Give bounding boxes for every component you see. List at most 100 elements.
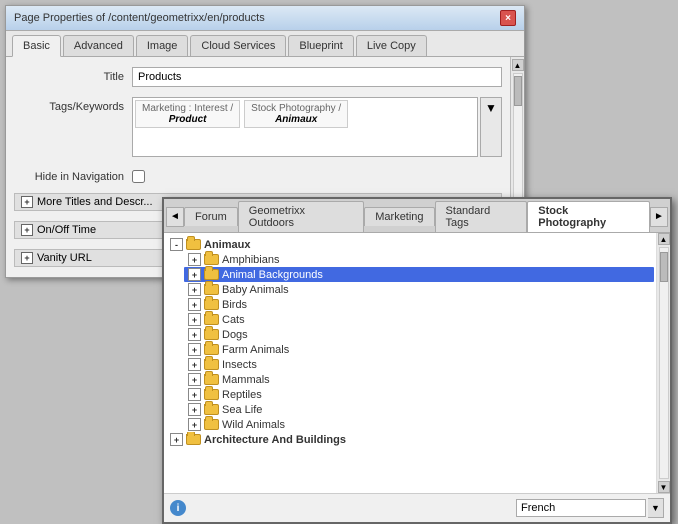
- tab-cloud-services[interactable]: Cloud Services: [190, 35, 286, 56]
- tree-item-sea-life[interactable]: + Sea Life: [184, 402, 654, 417]
- expand-amphibians-btn[interactable]: +: [188, 253, 201, 266]
- tree-item-baby-animals[interactable]: + Baby Animals: [184, 282, 654, 297]
- tree-item-insects[interactable]: + Insects: [184, 357, 654, 372]
- tb-tab-geometrixx[interactable]: Geometrixx Outdoors: [238, 201, 364, 232]
- tags-area[interactable]: Marketing : Interest / Product Stock Pho…: [132, 97, 478, 157]
- tree-label-animal-backgrounds: Animal Backgrounds: [222, 269, 323, 281]
- title-input[interactable]: [132, 67, 502, 87]
- tree-item-animaux[interactable]: - Animaux: [166, 237, 654, 252]
- tree-label-amphibians: Amphibians: [222, 254, 279, 266]
- on-off-label: On/Off Time: [37, 224, 96, 236]
- tree-label-animaux: Animaux: [204, 239, 250, 251]
- expand-mammals-btn[interactable]: +: [188, 373, 201, 386]
- tree-label-sea-life: Sea Life: [222, 404, 262, 416]
- language-select-box[interactable]: French: [516, 499, 646, 517]
- tree-label-dogs: Dogs: [222, 329, 248, 341]
- language-selector[interactable]: French ▼: [516, 498, 664, 518]
- tab-blueprint[interactable]: Blueprint: [288, 35, 353, 56]
- tag-stock-line1: Stock Photography /: [251, 103, 341, 114]
- folder-sea-icon: [204, 404, 219, 415]
- expand-sea-btn[interactable]: +: [188, 403, 201, 416]
- expand-reptiles-btn[interactable]: +: [188, 388, 201, 401]
- tags-label: Tags/Keywords: [14, 97, 124, 157]
- expand-baby-btn[interactable]: +: [188, 283, 201, 296]
- tree-item-mammals[interactable]: + Mammals: [184, 372, 654, 387]
- tree-item-farm-animals[interactable]: + Farm Animals: [184, 342, 654, 357]
- expand-cats-btn[interactable]: +: [188, 313, 201, 326]
- language-value: French: [521, 502, 555, 514]
- folder-amphibians-icon: [204, 254, 219, 265]
- scroll-up-button[interactable]: ▲: [512, 59, 524, 71]
- tb-tab-marketing[interactable]: Marketing: [364, 207, 434, 226]
- tag-stock[interactable]: Stock Photography / Animaux: [244, 100, 348, 128]
- dialog-title-bar: Page Properties of /content/geometrixx/e…: [6, 6, 524, 31]
- expand-on-off-icon[interactable]: +: [21, 224, 33, 236]
- tb-scroll-up[interactable]: ▲: [658, 233, 670, 245]
- tabs-bar: Basic Advanced Image Cloud Services Blue…: [6, 31, 524, 57]
- folder-baby-icon: [204, 284, 219, 295]
- tree-label-baby-animals: Baby Animals: [222, 284, 289, 296]
- tree-label-wild-animals: Wild Animals: [222, 419, 285, 431]
- tree-item-amphibians[interactable]: + Amphibians: [184, 252, 654, 267]
- tag-marketing[interactable]: Marketing : Interest / Product: [135, 100, 240, 128]
- expand-dogs-btn[interactable]: +: [188, 328, 201, 341]
- tree-item-architecture[interactable]: + Architecture And Buildings: [166, 432, 654, 447]
- expand-animal-bg-btn[interactable]: +: [188, 268, 201, 281]
- tb-nav-prev[interactable]: ◄: [166, 207, 184, 227]
- vanity-label: Vanity URL: [37, 252, 92, 264]
- language-select-arrow[interactable]: ▼: [648, 498, 664, 518]
- tag-browser-popup: ◄ Forum Geometrixx Outdoors Marketing St…: [162, 197, 672, 524]
- expand-more-titles-icon[interactable]: +: [21, 196, 33, 208]
- tree-item-birds[interactable]: + Birds: [184, 297, 654, 312]
- tags-wrapper: Marketing : Interest / Product Stock Pho…: [132, 97, 502, 157]
- expand-birds-btn[interactable]: +: [188, 298, 201, 311]
- expand-wild-btn[interactable]: +: [188, 418, 201, 431]
- tb-tab-standard[interactable]: Standard Tags: [435, 201, 528, 232]
- more-titles-label: More Titles and Descr...: [37, 196, 153, 208]
- scroll-thumb[interactable]: [514, 76, 522, 106]
- expand-farm-btn[interactable]: +: [188, 343, 201, 356]
- tree-item-animal-backgrounds[interactable]: + Animal Backgrounds: [184, 267, 654, 282]
- folder-farm-icon: [204, 344, 219, 355]
- folder-birds-icon: [204, 299, 219, 310]
- tb-nav-next[interactable]: ►: [650, 207, 668, 227]
- tb-tab-stock[interactable]: Stock Photography: [527, 201, 650, 232]
- tag-marketing-line2: Product: [169, 114, 207, 125]
- tree-label-architecture: Architecture And Buildings: [204, 434, 346, 446]
- tags-dropdown-arrow[interactable]: ▼: [480, 97, 502, 157]
- folder-cats-icon: [204, 314, 219, 325]
- tree-label-farm-animals: Farm Animals: [222, 344, 289, 356]
- tree-item-reptiles[interactable]: + Reptiles: [184, 387, 654, 402]
- tb-scroll-track: [659, 247, 669, 479]
- tab-advanced[interactable]: Advanced: [63, 35, 134, 56]
- tree-label-reptiles: Reptiles: [222, 389, 262, 401]
- folder-wild-icon: [204, 419, 219, 430]
- folder-reptiles-icon: [204, 389, 219, 400]
- close-button[interactable]: ×: [500, 10, 516, 26]
- info-icon: i: [170, 500, 186, 516]
- tag-marketing-line1: Marketing : Interest /: [142, 103, 233, 114]
- tree-label-cats: Cats: [222, 314, 245, 326]
- tree-item-dogs[interactable]: + Dogs: [184, 327, 654, 342]
- tree-item-wild-animals[interactable]: + Wild Animals: [184, 417, 654, 432]
- hide-nav-checkbox[interactable]: [132, 170, 145, 183]
- tb-scroll-down[interactable]: ▼: [658, 481, 670, 493]
- tab-live-copy[interactable]: Live Copy: [356, 35, 427, 56]
- expand-animaux-btn[interactable]: -: [170, 238, 183, 251]
- tab-basic[interactable]: Basic: [12, 35, 61, 57]
- tree-label-birds: Birds: [222, 299, 247, 311]
- tb-tab-forum[interactable]: Forum: [184, 207, 238, 226]
- tree-label-mammals: Mammals: [222, 374, 270, 386]
- tb-scroll-thumb[interactable]: [660, 252, 668, 282]
- folder-mammals-icon: [204, 374, 219, 385]
- expand-arch-btn[interactable]: +: [170, 433, 183, 446]
- tree-item-cats[interactable]: + Cats: [184, 312, 654, 327]
- hide-nav-label: Hide in Navigation: [14, 167, 124, 183]
- expand-insects-btn[interactable]: +: [188, 358, 201, 371]
- folder-animaux-icon: [186, 239, 201, 250]
- tab-image[interactable]: Image: [136, 35, 189, 56]
- tag-browser-footer: i French ▼: [164, 493, 670, 522]
- expand-vanity-icon[interactable]: +: [21, 252, 33, 264]
- title-row: Title: [14, 67, 502, 87]
- tree-label-insects: Insects: [222, 359, 257, 371]
